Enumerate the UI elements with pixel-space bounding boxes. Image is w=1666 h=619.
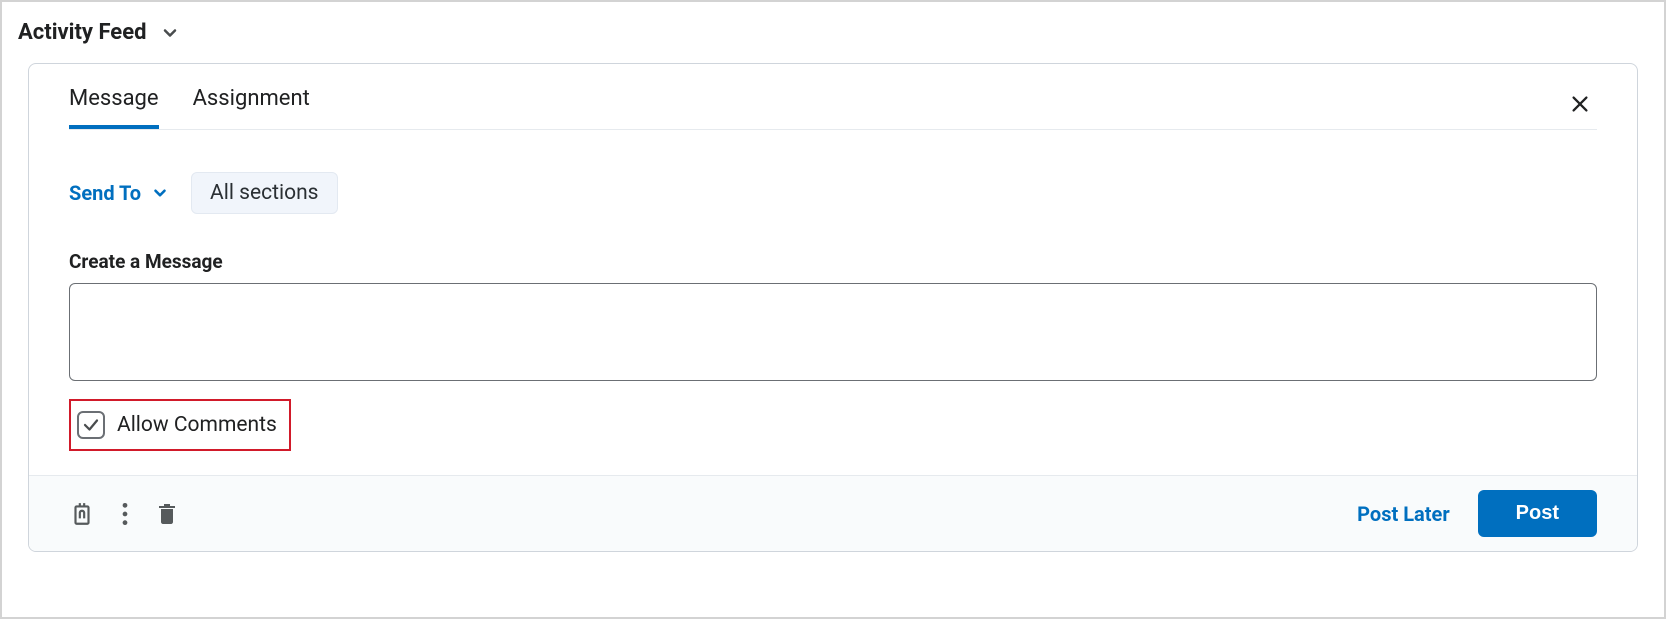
trash-icon <box>155 501 179 527</box>
kebab-icon <box>121 501 129 527</box>
post-later-button[interactable]: Post Later <box>1357 502 1449 526</box>
close-icon <box>1569 93 1591 115</box>
send-to-label: Send To <box>69 181 141 205</box>
tabs-row: Message Assignment <box>69 74 1597 130</box>
page-header: Activity Feed <box>16 20 1650 45</box>
send-to-row: Send To All sections <box>69 172 1597 214</box>
recipient-chip-label: All sections <box>210 181 318 205</box>
tab-assignment[interactable]: Assignment <box>193 78 310 129</box>
recipient-chip[interactable]: All sections <box>191 172 337 214</box>
footer-right: Post Later Post <box>1357 490 1597 537</box>
card-body: Message Assignment Send To All sections … <box>29 64 1637 475</box>
page-title: Activity Feed <box>18 20 146 45</box>
tabs: Message Assignment <box>69 78 310 129</box>
compose-card: Message Assignment Send To All sections … <box>28 63 1638 552</box>
card-footer: Post Later Post <box>29 475 1637 551</box>
footer-left <box>69 501 179 527</box>
header-chevron-icon[interactable] <box>160 23 180 43</box>
allow-comments-checkbox[interactable] <box>77 411 105 439</box>
message-input[interactable] <box>69 283 1597 381</box>
attach-button[interactable] <box>69 501 95 527</box>
close-button[interactable] <box>1563 87 1597 121</box>
send-to-dropdown[interactable]: Send To <box>69 181 169 205</box>
tab-assignment-label: Assignment <box>193 86 310 111</box>
post-button-label: Post <box>1516 502 1559 524</box>
tab-message[interactable]: Message <box>69 78 159 129</box>
post-button[interactable]: Post <box>1478 490 1597 537</box>
attachment-icon <box>69 501 95 527</box>
delete-button[interactable] <box>155 501 179 527</box>
check-icon <box>82 416 100 434</box>
chevron-down-icon <box>151 184 169 202</box>
tab-message-label: Message <box>69 86 159 111</box>
allow-comments-group: Allow Comments <box>69 399 291 451</box>
more-options-button[interactable] <box>121 501 129 527</box>
message-label: Create a Message <box>69 250 1597 273</box>
allow-comments-label[interactable]: Allow Comments <box>117 413 277 437</box>
post-later-label: Post Later <box>1357 502 1449 526</box>
